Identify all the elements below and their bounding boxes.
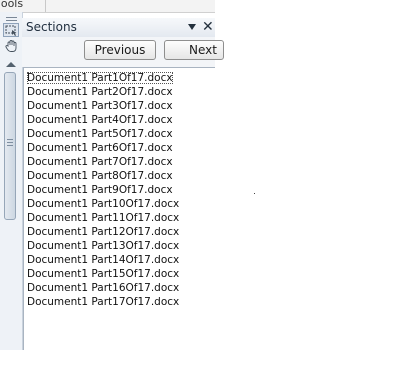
top-toolbar-strip: Tools bbox=[0, 0, 215, 13]
tools-menu-label[interactable]: Tools bbox=[0, 0, 23, 10]
sections-list-box[interactable]: Document1 Part1Of17.docx Document1 Part2O… bbox=[23, 67, 215, 350]
toolbar-separator bbox=[45, 0, 46, 12]
list-item-label: Document1 Part9Of17.docx bbox=[27, 184, 173, 196]
scrollbar-thumb[interactable] bbox=[4, 72, 16, 220]
panel-close-icon[interactable]: ✕ bbox=[202, 18, 214, 36]
list-item-label: Document1 Part16Of17.docx bbox=[27, 282, 180, 294]
list-item[interactable]: Document1 Part9Of17.docx bbox=[27, 183, 215, 197]
list-item[interactable]: Document1 Part3Of17.docx bbox=[27, 99, 215, 113]
list-item[interactable]: Document1 Part17Of17.docx bbox=[27, 295, 215, 309]
list-item-label: Document1 Part17Of17.docx bbox=[27, 296, 180, 308]
list-item[interactable]: Document1 Part13Of17.docx bbox=[27, 239, 215, 253]
list-item-label: Document1 Part8Of17.docx bbox=[27, 170, 173, 182]
list-item-label: Document1 Part7Of17.docx bbox=[27, 156, 173, 168]
list-item-label: Document1 Part14Of17.docx bbox=[27, 254, 180, 266]
list-item[interactable]: Document1 Part4Of17.docx bbox=[27, 113, 215, 127]
list-item[interactable]: Document1 Part2Of17.docx bbox=[27, 85, 215, 99]
previous-button[interactable]: Previous bbox=[84, 40, 156, 60]
next-button[interactable]: Next bbox=[164, 40, 224, 60]
list-item-label: Document1 Part2Of17.docx bbox=[27, 86, 173, 98]
list-item-label: Document1 Part12Of17.docx bbox=[27, 226, 180, 238]
list-item[interactable]: Document1 Part14Of17.docx bbox=[27, 253, 215, 267]
list-item-label: Document1 Part5Of17.docx bbox=[27, 128, 173, 140]
list-item-label: Document1 Part11Of17.docx bbox=[27, 212, 180, 224]
list-item-label: Document1 Part6Of17.docx bbox=[27, 142, 173, 154]
list-item-label: Document1 Part10Of17.docx bbox=[27, 198, 180, 210]
navigation-toolbar: Previous Next bbox=[22, 37, 224, 67]
list-item[interactable]: Document1 Part5Of17.docx bbox=[27, 127, 215, 141]
scrollbar-grip-icon bbox=[7, 139, 13, 146]
list-item[interactable]: Document1 Part12Of17.docx bbox=[27, 225, 215, 239]
panel-title: Sections bbox=[26, 20, 77, 34]
list-item-label: Document1 Part3Of17.docx bbox=[27, 100, 173, 112]
list-item[interactable]: Document1 Part8Of17.docx bbox=[27, 169, 215, 183]
list-item-label: Document1 Part1Of17.docx bbox=[27, 72, 173, 84]
list-item[interactable]: Document1 Part7Of17.docx bbox=[27, 155, 215, 169]
select-icon[interactable] bbox=[3, 23, 19, 37]
hand-icon[interactable] bbox=[3, 40, 19, 54]
sections-panel-header: Sections ✕ bbox=[22, 18, 215, 38]
list-item[interactable]: Document1 Part15Of17.docx bbox=[27, 267, 215, 281]
list-item[interactable]: Document1 Part10Of17.docx bbox=[27, 197, 215, 211]
panel-menu-dropdown-icon[interactable] bbox=[188, 24, 196, 30]
grip-handle[interactable] bbox=[6, 17, 17, 21]
list-item-label: Document1 Part15Of17.docx bbox=[27, 268, 180, 280]
scroll-up-icon[interactable] bbox=[6, 62, 16, 67]
list-item[interactable]: Document1 Part16Of17.docx bbox=[27, 281, 215, 295]
left-tool-bar bbox=[0, 12, 23, 350]
list-item-label: Document1 Part13Of17.docx bbox=[27, 240, 180, 252]
list-item[interactable]: Document1 Part1Of17.docx bbox=[27, 71, 215, 85]
list-item-label: Document1 Part4Of17.docx bbox=[27, 114, 173, 126]
list-item[interactable]: Document1 Part11Of17.docx bbox=[27, 211, 215, 225]
stray-dot bbox=[254, 193, 255, 194]
sections-list: Document1 Part1Of17.docx Document1 Part2O… bbox=[24, 68, 215, 309]
list-item[interactable]: Document1 Part6Of17.docx bbox=[27, 141, 215, 155]
